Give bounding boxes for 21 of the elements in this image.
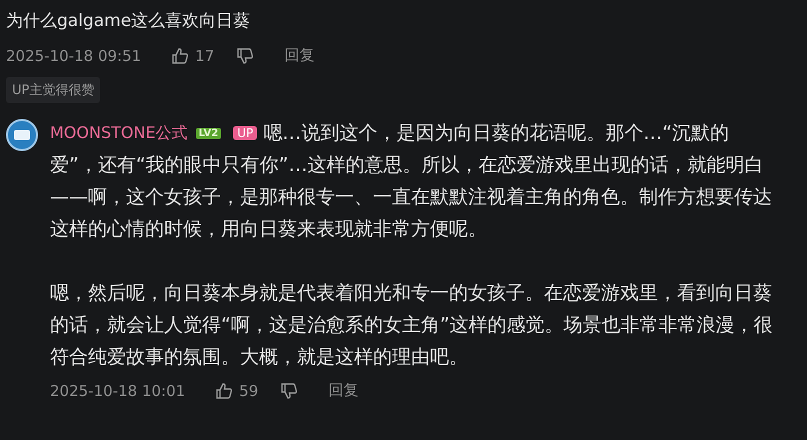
- reply-text: 爱”，还有“我的眼中只有你”…这样的意思。所以，在恋爱游戏里出现的话，就能明白——啊，这个女孩子，是那种很专一、一直在默默注视着主角的角色。制作方想要传达这样的心情的时候，用向日葵来表现就非常方便呢。: [50, 153, 773, 242]
- like-button[interactable]: 59: [215, 382, 258, 400]
- avatar-icon[interactable]: [6, 119, 38, 151]
- level-badge: LV2: [196, 128, 222, 138]
- thumbs-up-icon: [215, 382, 234, 400]
- thumbs-down-icon: [236, 46, 254, 64]
- up-badge: UP: [233, 126, 258, 140]
- comment-text: 为什么galgame这么喜欢向日葵: [6, 10, 252, 33]
- dislike-button[interactable]: [280, 382, 298, 400]
- username[interactable]: MOONSTONE公式: [50, 122, 188, 144]
- dislike-button[interactable]: [236, 46, 254, 64]
- reply-text: 嗯，然后呢，向日葵本身就是代表着阳光和专一的女孩子。在恋爱游戏里，看到向日葵的话，就会让人觉得“啊，这是治愈系的女主角”这样的感觉。场景也非常非常浪漫，很符合纯爱故事的氛围。大概，就是这样的理由吧。: [50, 281, 774, 370]
- timestamp: 2025-10-18 09:51: [6, 46, 142, 64]
- up-liked-badge: UP主觉得很赞: [6, 77, 100, 103]
- reply-text: 嗯…说到这个，是因为向日葵的花语呢。那个…“沉默的: [263, 121, 730, 146]
- thumbs-down-icon: [280, 382, 298, 400]
- timestamp: 2025-10-18 10:01: [50, 382, 186, 400]
- thumbs-up-icon: [171, 46, 190, 64]
- reply-link[interactable]: 回复: [328, 381, 358, 400]
- like-button[interactable]: 17: [171, 46, 214, 64]
- reply-link[interactable]: 回复: [284, 46, 314, 65]
